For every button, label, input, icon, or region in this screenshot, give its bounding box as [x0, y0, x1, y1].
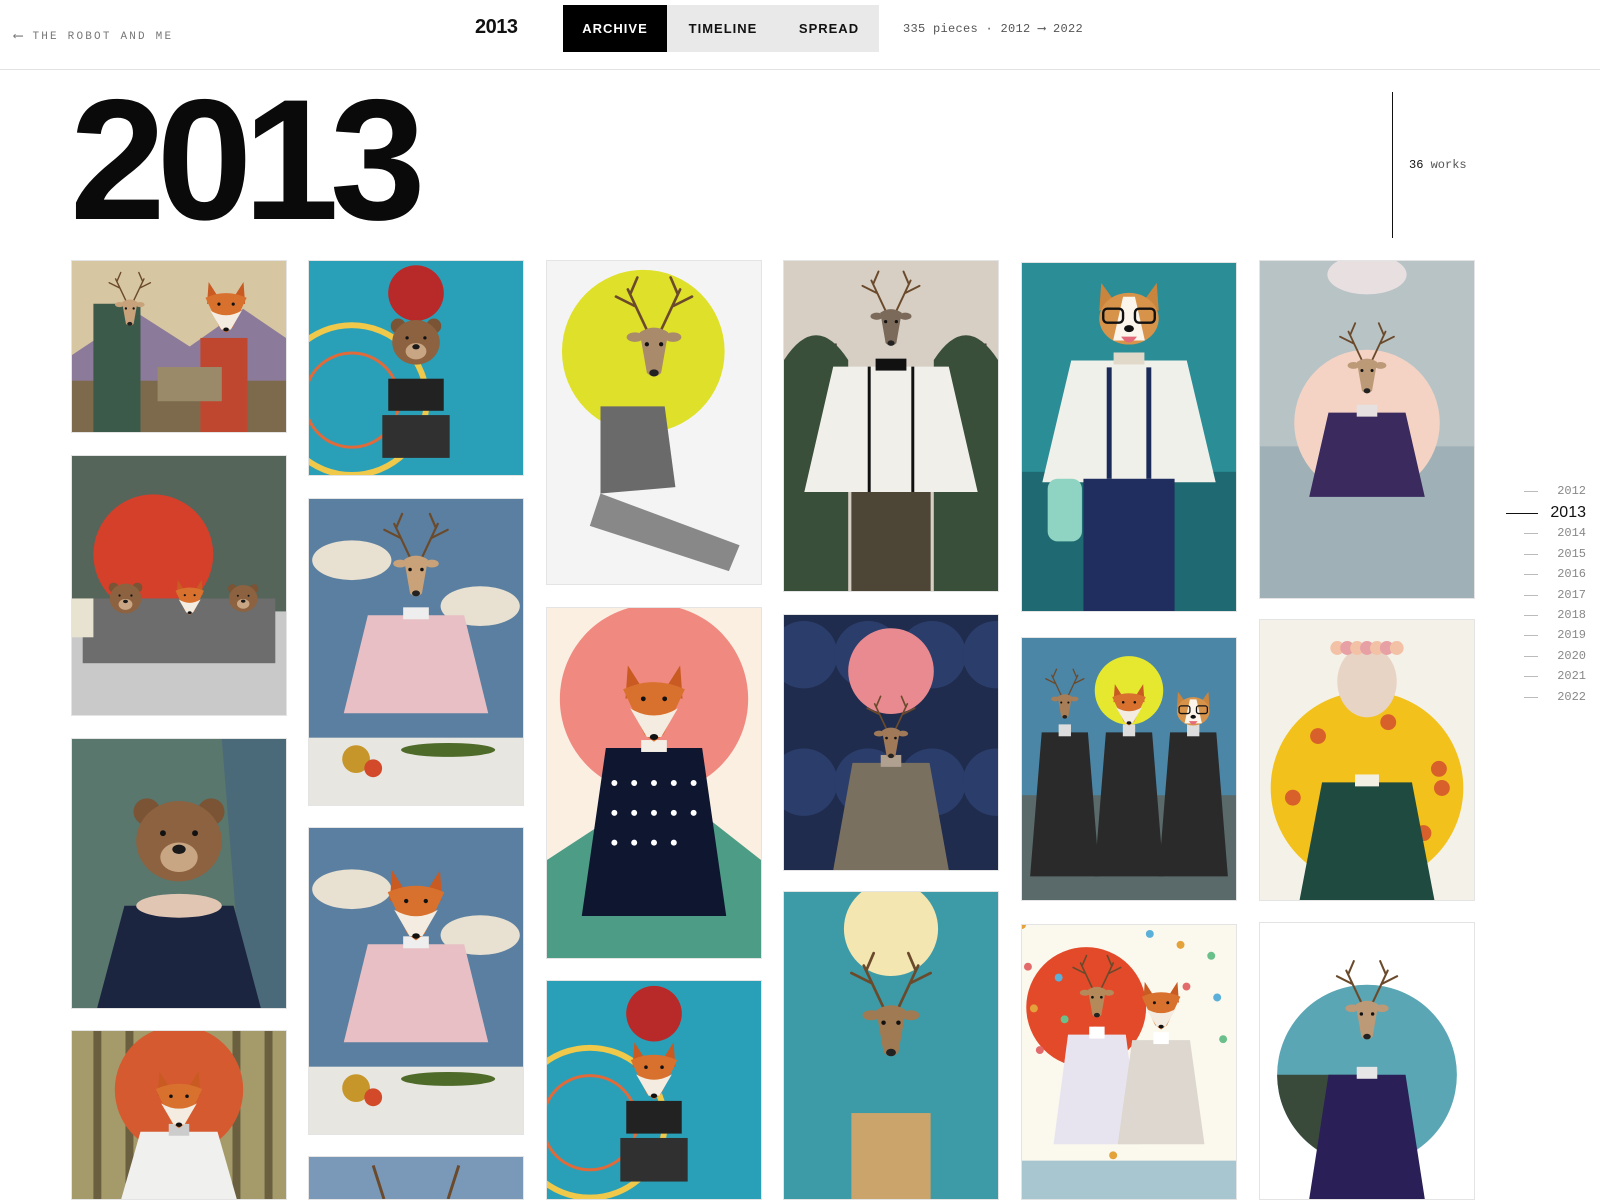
artwork-image	[1022, 638, 1236, 900]
artwork-image	[72, 1031, 286, 1199]
artwork-tile[interactable]	[71, 455, 287, 716]
year-nav-dash	[1524, 696, 1538, 698]
artwork-tile[interactable]	[308, 827, 524, 1135]
artwork-tile[interactable]	[1021, 924, 1237, 1200]
top-bar: ⟵ THE ROBOT AND ME 2013 ARCHIVE TIMELINE…	[0, 0, 1600, 70]
back-arrow-icon: ⟵	[14, 29, 23, 45]
year-nav-label: 2016	[1557, 567, 1586, 582]
artwork-image	[547, 261, 761, 584]
year-nav-item-2012[interactable]: 2012	[1500, 484, 1592, 504]
view-tabs: ARCHIVE TIMELINE SPREAD	[563, 5, 879, 52]
year-nav-label: 2014	[1557, 526, 1586, 541]
year-nav-label: 2018	[1557, 607, 1586, 622]
tab-timeline[interactable]: TIMELINE	[667, 5, 779, 52]
tab-spread[interactable]: SPREAD	[779, 5, 879, 52]
artwork-image	[784, 615, 998, 870]
artwork-tile[interactable]	[71, 1030, 287, 1200]
artwork-tile[interactable]	[546, 260, 762, 585]
artwork-tile[interactable]	[71, 738, 287, 1009]
year-nav-item-2019[interactable]: 2019	[1500, 628, 1592, 648]
artwork-tile[interactable]	[783, 260, 999, 592]
header-year: 2013	[475, 16, 518, 38]
artwork-tile[interactable]	[1021, 262, 1237, 612]
year-nav-item-2021[interactable]: 2021	[1500, 669, 1592, 689]
artwork-image	[72, 456, 286, 715]
year-nav-label: 2015	[1557, 546, 1586, 561]
year-nav-dash	[1506, 513, 1538, 515]
year-nav-item-2016[interactable]: 2016	[1500, 567, 1592, 587]
artwork-image	[547, 608, 761, 958]
artwork-image	[784, 892, 998, 1199]
year-nav-dash	[1524, 635, 1538, 637]
year-nav-item-2013[interactable]: 2013	[1500, 504, 1592, 526]
artwork-image	[72, 739, 286, 1008]
year-nav-item-2017[interactable]: 2017	[1500, 588, 1592, 608]
back-label: THE ROBOT AND ME	[32, 30, 174, 43]
artwork-tile[interactable]	[783, 614, 999, 871]
artwork-tile[interactable]	[1259, 260, 1475, 599]
year-nav-dash	[1524, 491, 1538, 492]
works-count: 36 works	[1409, 158, 1467, 172]
page-title: 2013	[70, 64, 426, 256]
year-nav-item-2020[interactable]: 2020	[1500, 649, 1592, 669]
artwork-tile[interactable]	[1259, 922, 1475, 1200]
artwork-image	[1260, 620, 1474, 900]
artwork-image	[309, 499, 523, 805]
artwork-image	[309, 261, 523, 475]
tab-archive[interactable]: ARCHIVE	[563, 5, 667, 52]
artwork-tile[interactable]	[308, 260, 524, 476]
artwork-tile[interactable]	[1259, 619, 1475, 901]
year-nav-label: 2022	[1557, 689, 1586, 704]
artwork-image	[309, 1157, 523, 1199]
year-nav-label: 2013	[1550, 504, 1586, 522]
year-nav-item-2014[interactable]: 2014	[1500, 526, 1592, 546]
artwork-tile[interactable]	[71, 260, 287, 433]
artwork-image	[1022, 925, 1236, 1199]
artwork-image	[309, 828, 523, 1134]
year-nav-dash	[1524, 614, 1538, 616]
artwork-image	[784, 261, 998, 591]
artwork-tile[interactable]	[546, 980, 762, 1200]
year-nav: 2012 2013 2014 2015 2016 2017 2018 2019 2020 2021…	[1500, 484, 1592, 710]
year-nav-item-2018[interactable]: 2018	[1500, 608, 1592, 628]
year-nav-label: 2012	[1557, 484, 1586, 498]
works-count-number: 36	[1409, 158, 1424, 172]
year-nav-item-2015[interactable]: 2015	[1500, 547, 1592, 567]
artwork-tile[interactable]	[308, 498, 524, 806]
artwork-image	[72, 261, 286, 432]
year-nav-label: 2019	[1557, 628, 1586, 643]
year-nav-label: 2020	[1557, 648, 1586, 663]
year-nav-dash	[1524, 676, 1538, 678]
year-nav-dash	[1524, 574, 1538, 576]
year-nav-label: 2021	[1557, 669, 1586, 684]
artwork-image	[547, 981, 761, 1199]
year-nav-dash	[1524, 655, 1538, 657]
year-nav-item-2022[interactable]: 2022	[1500, 690, 1592, 710]
artwork-tile[interactable]	[1021, 637, 1237, 901]
artwork-tile[interactable]	[546, 607, 762, 959]
artwork-image	[1022, 263, 1236, 611]
artwork-tile[interactable]	[308, 1156, 524, 1200]
year-nav-dash	[1524, 594, 1538, 596]
collection-meta: 335 pieces · 2012 ⟶ 2022	[903, 22, 1084, 36]
artwork-tile[interactable]	[783, 891, 999, 1200]
divider	[1392, 92, 1393, 238]
artwork-image	[1260, 923, 1474, 1199]
back-link[interactable]: ⟵ THE ROBOT AND ME	[14, 28, 173, 45]
year-nav-dash	[1524, 553, 1538, 555]
works-count-suffix: works	[1423, 158, 1467, 172]
year-nav-label: 2017	[1557, 587, 1586, 602]
year-nav-dash	[1524, 533, 1538, 535]
artwork-image	[1260, 261, 1474, 598]
